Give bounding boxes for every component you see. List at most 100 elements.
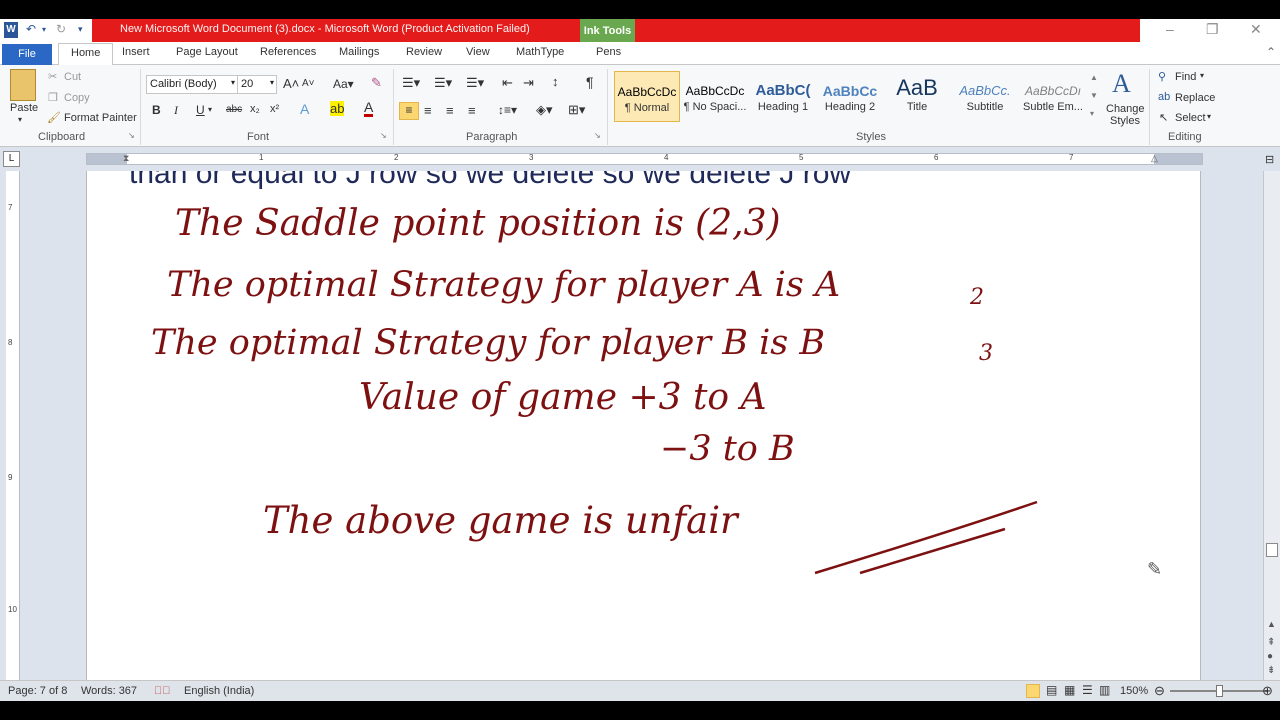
draft-view-icon[interactable]: ▥ (1099, 683, 1110, 697)
vertical-ruler[interactable]: 7 8 9 10 (6, 171, 20, 680)
tab-selector-button[interactable]: L (3, 151, 20, 167)
copy-button[interactable]: Copy (64, 92, 90, 104)
cut-button[interactable]: Cut (64, 71, 81, 83)
styles-scroll-down-icon[interactable]: ▼ (1090, 91, 1098, 100)
subscript-icon[interactable]: x₂ (250, 103, 260, 115)
font-family-select[interactable]: Calibri (Body) ▾ (146, 75, 238, 94)
multilevel-list-icon[interactable]: ☰▾ (466, 75, 484, 91)
font-size-select[interactable]: 20 ▾ (237, 75, 277, 94)
tab-mathtype[interactable]: MathType (516, 46, 564, 58)
print-layout-view-icon[interactable] (1026, 684, 1040, 698)
style-no-spacing[interactable]: AaBbCcDc ¶ No Spaci... (682, 71, 748, 122)
tab-pens[interactable]: Pens (596, 46, 621, 58)
full-screen-reading-icon[interactable]: ▤ (1046, 683, 1057, 697)
tab-home[interactable]: Home (58, 43, 114, 66)
select-dropdown-icon[interactable]: ▾ (1207, 112, 1211, 121)
increase-indent-icon[interactable]: ⇥ (523, 75, 534, 91)
style-subtle-emphasis[interactable]: AaBbCcDı Subtle Em... (1020, 71, 1086, 122)
right-indent-marker-icon[interactable]: △ (1151, 153, 1158, 164)
format-painter-icon[interactable]: 🖌 (47, 111, 61, 124)
shading-icon[interactable]: ◈▾ (536, 102, 553, 118)
font-color-icon[interactable]: A (364, 100, 374, 117)
paste-button[interactable]: Paste (10, 102, 38, 114)
sort-icon[interactable]: ↕ (552, 74, 559, 89)
scroll-up-icon[interactable]: ▲ (1267, 619, 1276, 629)
next-page-icon[interactable]: ⇟ (1267, 665, 1275, 676)
change-styles-button[interactable]: Change Styles (1106, 103, 1145, 127)
close-icon[interactable]: ✕ (1250, 21, 1262, 38)
customize-qat-icon[interactable]: ▾ (78, 24, 83, 35)
change-case-icon[interactable]: Aa▾ (333, 77, 354, 91)
shrink-font-icon[interactable]: A˅ (302, 78, 315, 89)
clipboard-launcher-icon[interactable]: ↘ (128, 131, 135, 140)
style-title[interactable]: AaB Title (884, 71, 950, 122)
proofing-icon[interactable]: ✓⃞ (154, 685, 171, 697)
tab-insert[interactable]: Insert (122, 46, 150, 58)
tab-references[interactable]: References (260, 46, 316, 58)
page-count[interactable]: Page: 7 of 8 (8, 685, 67, 697)
zoom-in-icon[interactable]: ⊕ (1262, 683, 1273, 699)
language-indicator[interactable]: English (India) (184, 685, 254, 697)
word-app-icon[interactable]: W (4, 22, 18, 38)
bold-icon[interactable]: B (152, 103, 161, 117)
style-heading-2[interactable]: AaBbCc Heading 2 (817, 71, 883, 122)
paste-icon[interactable] (10, 69, 36, 101)
undo-dropdown-icon[interactable]: ▾ (42, 25, 46, 34)
styles-more-icon[interactable]: ▾ (1090, 109, 1094, 118)
format-painter-button[interactable]: Format Painter (64, 112, 137, 124)
select-button[interactable]: Select (1175, 112, 1206, 124)
undo-icon[interactable]: ↶ (26, 22, 36, 36)
tab-view[interactable]: View (466, 46, 490, 58)
underline-icon[interactable]: U (196, 103, 205, 117)
zoom-slider-handle[interactable] (1216, 685, 1223, 697)
change-styles-icon[interactable]: A (1112, 69, 1131, 99)
font-launcher-icon[interactable]: ↘ (380, 131, 387, 140)
numbering-icon[interactable]: ☰▾ (434, 75, 452, 91)
zoom-level[interactable]: 150% (1120, 685, 1148, 697)
decrease-indent-icon[interactable]: ⇤ (502, 75, 513, 91)
zoom-out-icon[interactable]: ⊖ (1154, 683, 1165, 699)
copy-icon[interactable]: ❐ (48, 91, 58, 104)
highlight-icon[interactable]: ab (330, 101, 345, 116)
web-layout-icon[interactable]: ▦ (1064, 683, 1075, 697)
vertical-scrollbar[interactable]: ▲ ⇞ ● ⇟ (1263, 171, 1280, 680)
indent-marker-icon[interactable]: ⧗ (123, 153, 129, 164)
styles-scroll-up-icon[interactable]: ▲ (1090, 73, 1098, 82)
scrollbar-thumb[interactable] (1266, 543, 1278, 557)
tab-file[interactable]: File (2, 44, 52, 65)
word-count[interactable]: Words: 367 (81, 685, 137, 697)
style-normal[interactable]: AaBbCcDc ¶ Normal (614, 71, 680, 122)
align-center-icon[interactable]: ≡ (424, 103, 432, 118)
document-page[interactable]: than or equal to J row so we delete so w… (86, 171, 1201, 680)
grow-font-icon[interactable]: A˄ (283, 76, 299, 91)
find-button[interactable]: Find (1175, 71, 1196, 83)
minimize-icon[interactable]: – (1166, 21, 1174, 37)
align-left-icon[interactable]: ≡ (399, 102, 419, 120)
justify-icon[interactable]: ≡ (468, 103, 476, 118)
restore-icon[interactable]: ❐ (1206, 21, 1219, 38)
minimize-ribbon-icon[interactable]: ⌃ (1266, 45, 1276, 59)
tab-page-layout[interactable]: Page Layout (176, 46, 238, 58)
align-right-icon[interactable]: ≡ (446, 103, 454, 118)
clear-formatting-icon[interactable]: ✎ (371, 75, 382, 91)
style-heading-1[interactable]: AaBbC( Heading 1 (750, 71, 816, 122)
previous-page-icon[interactable]: ⇞ (1267, 637, 1275, 648)
bullets-icon[interactable]: ☰▾ (402, 75, 420, 91)
paste-dropdown-icon[interactable]: ▾ (18, 115, 22, 124)
paragraph-launcher-icon[interactable]: ↘ (594, 131, 601, 140)
strikethrough-icon[interactable]: abc (226, 104, 242, 115)
borders-icon[interactable]: ⊞▾ (568, 102, 585, 118)
outline-view-icon[interactable]: ☰ (1082, 683, 1093, 697)
cut-icon[interactable]: ✂ (48, 70, 57, 83)
superscript-icon[interactable]: x² (270, 103, 279, 115)
find-dropdown-icon[interactable]: ▾ (1200, 71, 1204, 80)
replace-button[interactable]: Replace (1175, 92, 1215, 104)
view-ruler-icon[interactable]: ⊟ (1265, 153, 1274, 166)
redo-icon[interactable]: ↻ (56, 22, 66, 36)
italic-icon[interactable]: I (174, 103, 178, 118)
style-subtitle[interactable]: AaBbCc. Subtitle (952, 71, 1018, 122)
select-browse-object-icon[interactable]: ● (1267, 651, 1273, 662)
line-spacing-icon[interactable]: ↕≡▾ (498, 103, 517, 117)
underline-dropdown-icon[interactable]: ▾ (208, 105, 212, 114)
text-effects-icon[interactable]: A (300, 101, 309, 117)
